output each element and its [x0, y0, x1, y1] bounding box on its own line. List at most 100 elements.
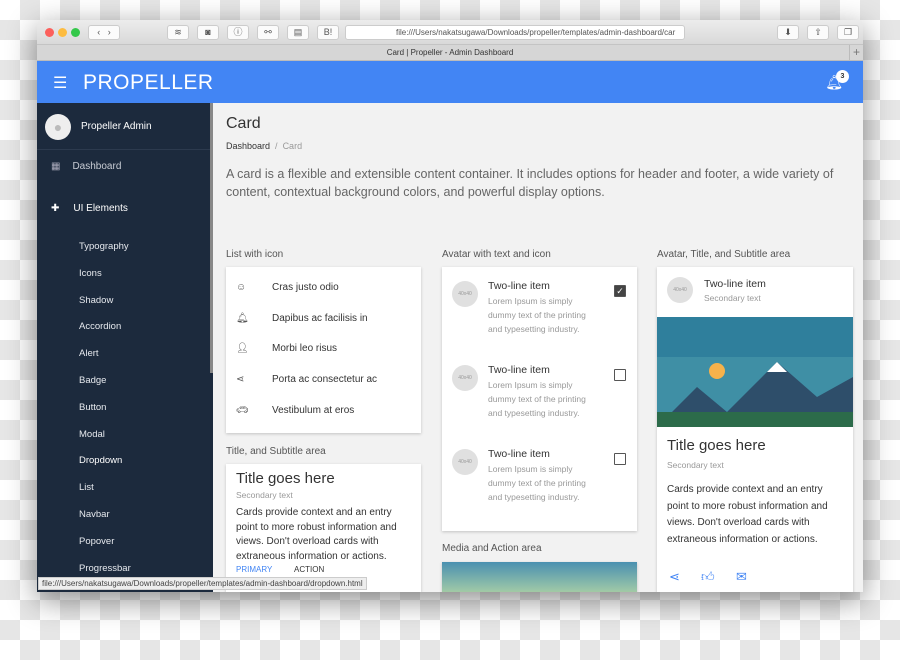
card-secondary: Secondary text: [704, 293, 761, 303]
sidebar-item-shadow[interactable]: Shadow: [79, 295, 113, 306]
sidebar-item-dropdown[interactable]: Dropdown: [79, 455, 122, 466]
breadcrumb-current: Card: [282, 141, 303, 151]
notification-badge: 3: [836, 70, 849, 83]
landscape-image: [657, 317, 853, 427]
tabs-icon[interactable]: ❐: [837, 25, 859, 40]
list-item-label: Vestibulum at eros: [272, 404, 355, 416]
tab-active[interactable]: Card | Propeller - Admin Dashboard: [387, 48, 514, 57]
layers-icon[interactable]: ≋: [167, 25, 189, 40]
card-name: Two-line item: [704, 278, 766, 290]
puzzle-icon: ✚: [51, 203, 60, 214]
sidebar-item-icons[interactable]: Icons: [79, 268, 102, 279]
avatar: 40x40: [452, 365, 478, 391]
bookmark-icon[interactable]: B!: [317, 25, 339, 40]
sidebar-item-list[interactable]: List: [79, 482, 94, 493]
list-item-label: Cras justo odio: [272, 282, 339, 293]
url-text: file:///Users/nakatsugawa/Downloads/prop…: [396, 28, 676, 37]
address-bar[interactable]: file:///Users/nakatsugawa/Downloads/prop…: [345, 25, 685, 40]
smile-icon: ☺: [236, 282, 247, 293]
main-content: Card Dashboard / Card A card is a flexib…: [216, 103, 863, 592]
page-title: Card: [226, 115, 261, 132]
breadcrumb-dashboard[interactable]: Dashboard: [226, 141, 270, 151]
avatar: ●: [45, 114, 71, 140]
checkbox[interactable]: ✓: [614, 285, 626, 297]
card-title: Title goes here: [667, 437, 766, 454]
item-title: Two-line item: [488, 280, 550, 292]
close-window-button[interactable]: [45, 28, 54, 37]
media-image: [442, 562, 637, 592]
sidebar-item-popover[interactable]: Popover: [79, 536, 114, 547]
section-heading: List with icon: [226, 249, 284, 260]
item-title: Two-line item: [488, 448, 550, 460]
item-text: Lorem Ipsum is simply dummy text of the …: [488, 380, 586, 419]
list-item[interactable]: ⋖ Porta ac consectetur ac: [236, 374, 377, 385]
sidebar-item-accordion[interactable]: Accordion: [79, 321, 121, 332]
dashboard-icon: ▦: [51, 161, 61, 172]
list-with-icon-card: ☺ Cras justo odio 🔔︎ Dapibus ac facilisis i…: [226, 267, 421, 433]
sidebar-item-ui-elements[interactable]: ✚ UI Elements: [51, 203, 128, 214]
back-forward-buttons[interactable]: ‹ ›: [88, 25, 120, 40]
avatar-title-card: 40x40 Two-line item Secondary text Title…: [657, 267, 853, 592]
item-text: Lorem Ipsum is simply dummy text of the …: [488, 464, 586, 503]
page-description: A card is a flexible and extensible cont…: [226, 167, 834, 199]
link-icon[interactable]: ⚯: [257, 25, 279, 40]
avatar: 40x40: [667, 277, 693, 303]
list-item[interactable]: 👤︎ Morbi leo risus: [236, 343, 337, 354]
user-profile[interactable]: ● Propeller Admin: [37, 103, 213, 150]
avatar: 40x40: [452, 281, 478, 307]
person-add-icon: 👤︎: [236, 343, 249, 355]
browser-toolbar: ‹ › ≋ ◙ ⓘ ⚯ ▤ B! file:///Users/nakatsuga…: [37, 20, 863, 45]
status-bar-url: file:///Users/nakatsugawa/Downloads/prop…: [38, 577, 367, 590]
sidebar-item-badge[interactable]: Badge: [79, 375, 106, 386]
list-item: 40x40 Two-line item Lorem Ipsum is simply …: [442, 275, 637, 359]
new-tab-button[interactable]: +: [849, 45, 863, 61]
action-button[interactable]: ACTION: [294, 565, 324, 574]
title-subtitle-card: Title goes here Secondary text Cards pro…: [226, 464, 421, 592]
card-subtitle: Secondary text: [236, 490, 293, 500]
sidebar-item-typography[interactable]: Typography: [79, 241, 129, 252]
sidebar-item-navbar[interactable]: Navbar: [79, 509, 110, 520]
sidebar-item-alert[interactable]: Alert: [79, 348, 99, 359]
section-heading: Media and Action area: [442, 543, 542, 554]
list-item[interactable]: ☺ Cras justo odio: [236, 282, 339, 293]
logo[interactable]: PROPELLER: [83, 71, 214, 95]
email-icon[interactable]: ✉: [736, 569, 747, 585]
checkbox[interactable]: [614, 369, 626, 381]
card-body: Cards provide context and an entry point…: [667, 484, 828, 545]
section-heading: Avatar, Title, and Subtitle area: [657, 249, 791, 260]
list-item[interactable]: 🚗︎ Vestibulum at eros: [236, 405, 354, 416]
list-item[interactable]: 🔔︎ Dapibus ac facilisis in: [236, 313, 368, 324]
sidebar-item-button[interactable]: Button: [79, 402, 106, 413]
item-text: Lorem Ipsum is simply dummy text of the …: [488, 296, 586, 335]
sidebar-item-dashboard[interactable]: ▦ Dashboard: [51, 161, 121, 172]
minimize-window-button[interactable]: [58, 28, 67, 37]
list-item: 40x40 Two-line item Lorem Ipsum is simply …: [442, 359, 637, 443]
note-icon[interactable]: ▤: [287, 25, 309, 40]
primary-button[interactable]: PRIMARY: [236, 565, 272, 574]
checkbox[interactable]: [614, 453, 626, 465]
section-heading: Title, and Subtitle area: [226, 446, 326, 457]
sidebar-scrollbar[interactable]: [210, 103, 213, 373]
car-icon: 🚗︎: [236, 404, 249, 416]
list-item: 40x40 Two-line item Lorem Ipsum is simply …: [442, 443, 637, 527]
menu-icon[interactable]: ☰: [53, 73, 67, 93]
share-icon: ⋖: [236, 374, 245, 386]
share-icon[interactable]: ⋖: [669, 569, 680, 585]
list-item-label: Porta ac consectetur ac: [272, 374, 378, 386]
bell-icon: 🔔︎: [236, 312, 249, 324]
avatar-text-card: 40x40 Two-line item Lorem Ipsum is simply …: [442, 267, 637, 531]
card-subtitle: Secondary text: [667, 460, 724, 470]
item-title: Two-line item: [488, 364, 550, 376]
app-header: ☰ PROPELLER 🔔︎ 3: [37, 61, 863, 103]
maximize-window-button[interactable]: [71, 28, 80, 37]
user-name: Propeller Admin: [81, 121, 152, 132]
browser-window: ‹ › ≋ ◙ ⓘ ⚯ ▤ B! file:///Users/nakatsuga…: [37, 20, 863, 592]
sidebar-item-modal[interactable]: Modal: [79, 429, 105, 440]
password-icon[interactable]: ⓘ: [227, 25, 249, 40]
sidebar-item-progressbar[interactable]: Progressbar: [79, 563, 131, 574]
share-icon[interactable]: ⇧: [807, 25, 829, 40]
thumb-up-icon[interactable]: 👍︎: [701, 569, 715, 585]
download-icon[interactable]: ⬇: [777, 25, 799, 40]
sidebar: ● Propeller Admin ▦ Dashboard ✚ UI Element…: [37, 103, 213, 592]
extension-icon[interactable]: ◙: [197, 25, 219, 40]
